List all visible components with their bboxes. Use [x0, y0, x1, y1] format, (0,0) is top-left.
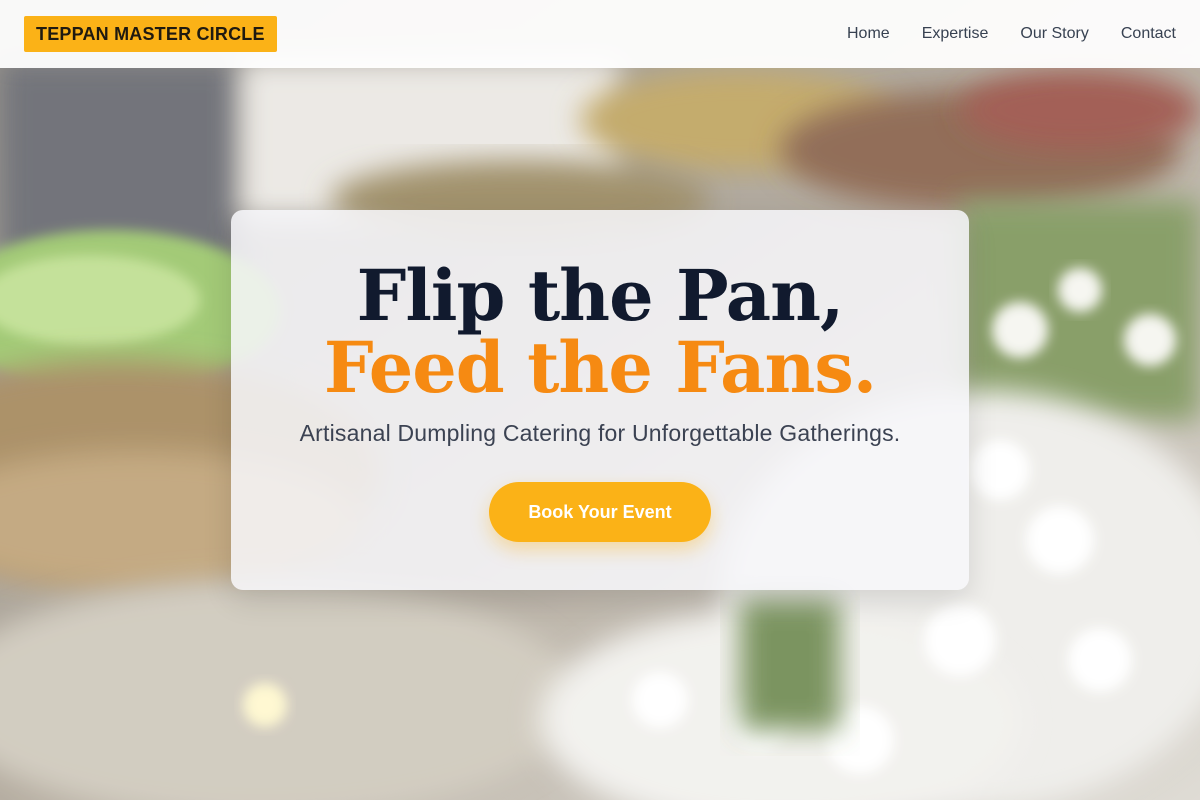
hero-headline: Flip the Pan, Feed the Fans.: [231, 260, 969, 404]
nav-link-our-story[interactable]: Our Story: [1020, 25, 1088, 43]
brand-logo[interactable]: TEPPAN MASTER CIRCLE: [24, 16, 277, 52]
nav-link-home[interactable]: Home: [847, 25, 890, 43]
hero-headline-line2: Feed the Fans.: [323, 326, 877, 409]
hero-card: Flip the Pan, Feed the Fans. Artisanal D…: [231, 210, 969, 590]
book-event-button[interactable]: Book Your Event: [489, 482, 711, 542]
hero-subtitle: Artisanal Dumpling Catering for Unforget…: [299, 420, 901, 446]
nav-link-contact[interactable]: Contact: [1121, 25, 1176, 43]
top-navbar: TEPPAN MASTER CIRCLE Home Expertise Our …: [0, 0, 1200, 68]
hero-headline-line1: Flip the Pan,: [356, 254, 845, 337]
nav-link-expertise[interactable]: Expertise: [922, 25, 989, 43]
main-navigation: Home Expertise Our Story Contact: [847, 25, 1176, 43]
